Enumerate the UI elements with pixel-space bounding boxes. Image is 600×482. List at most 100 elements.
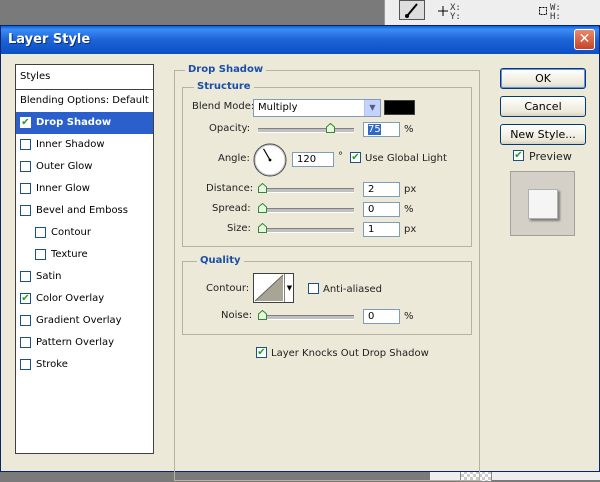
cancel-button[interactable]: Cancel	[500, 96, 586, 117]
crosshair-icon	[438, 6, 448, 19]
selection-size-icon	[538, 6, 548, 19]
noise-input[interactable]: 0	[363, 309, 400, 324]
opacity-value: 75	[368, 124, 381, 135]
xy-readout: X: Y:	[450, 3, 461, 22]
opacity-slider-thumb[interactable]	[326, 122, 335, 133]
noise-value: 0	[368, 311, 375, 322]
shadow-color-swatch[interactable]	[384, 100, 415, 115]
spread-unit: %	[404, 204, 414, 215]
styles-item-checkbox[interactable]: ✔	[20, 293, 31, 304]
contour-dropdown-icon[interactable]: ▼	[284, 274, 294, 302]
styles-item[interactable]: Gradient Overlay	[16, 310, 153, 332]
styles-item[interactable]: Inner Shadow	[16, 134, 153, 156]
blend-mode-select[interactable]: Multiply ▼	[253, 99, 381, 117]
styles-item-checkbox[interactable]	[20, 183, 31, 194]
noise-label: Noise:	[221, 310, 253, 321]
distance-label: Distance:	[206, 183, 254, 194]
angle-label: Angle:	[218, 153, 250, 164]
anti-aliased-label: Anti-aliased	[323, 284, 383, 295]
styles-item-checkbox[interactable]	[20, 161, 31, 172]
ok-button[interactable]: OK	[500, 68, 586, 89]
styles-header-label: Styles	[20, 71, 51, 82]
styles-item[interactable]: ✔ Drop Shadow	[16, 112, 153, 134]
distance-input[interactable]: 2	[363, 182, 400, 197]
quality-title: Quality	[197, 255, 244, 266]
contour-label: Contour:	[206, 283, 250, 294]
styles-item-label: Contour	[51, 227, 91, 238]
chevron-down-icon[interactable]: ▼	[364, 100, 380, 116]
distance-slider-track[interactable]	[258, 188, 354, 193]
drop-shadow-title: Drop Shadow	[185, 64, 267, 75]
styles-item-checkbox[interactable]	[20, 359, 31, 370]
drop-shadow-group: Drop Shadow Structure Blend Mode: Multip…	[174, 64, 480, 481]
use-global-light-label: Use Global Light	[365, 153, 447, 164]
blend-mode-value: Multiply	[258, 102, 298, 113]
styles-item-checkbox[interactable]	[20, 337, 31, 348]
styles-item[interactable]: Inner Glow	[16, 178, 153, 200]
brush-tool-icon[interactable]	[399, 0, 425, 20]
styles-item-label: Texture	[51, 249, 88, 260]
size-input[interactable]: 1	[363, 222, 400, 237]
preview-square	[528, 189, 558, 219]
styles-item[interactable]: Texture	[16, 244, 153, 266]
distance-slider-thumb[interactable]	[258, 182, 267, 193]
spread-label: Spread:	[212, 203, 251, 214]
styles-item[interactable]: Stroke	[16, 354, 153, 376]
spread-slider-thumb[interactable]	[258, 202, 267, 213]
styles-item-label: Bevel and Emboss	[36, 205, 128, 216]
preview-swatch	[510, 171, 575, 236]
styles-item-checkbox[interactable]	[20, 315, 31, 326]
angle-dial[interactable]	[252, 142, 288, 181]
dialog-title: Layer Style	[8, 32, 91, 47]
knockout-label: Layer Knocks Out Drop Shadow	[271, 348, 429, 359]
use-global-light-checkbox[interactable]: ✔	[350, 152, 361, 163]
styles-item-checkbox[interactable]	[20, 271, 31, 282]
styles-item[interactable]: Bevel and Emboss	[16, 200, 153, 222]
angle-value: 120	[297, 154, 317, 165]
close-button[interactable]: ✕	[574, 29, 595, 50]
styles-header[interactable]: Styles	[16, 65, 153, 90]
structure-title: Structure	[194, 81, 254, 92]
size-slider-thumb[interactable]	[258, 222, 267, 233]
spread-input[interactable]: 0	[363, 202, 400, 217]
styles-item-checkbox[interactable]	[35, 249, 46, 260]
title-bar[interactable]: Layer Style ✕	[1, 26, 599, 54]
size-unit: px	[404, 224, 417, 235]
styles-item-checkbox[interactable]	[35, 227, 46, 238]
styles-item-label: Stroke	[36, 359, 68, 370]
noise-slider-thumb[interactable]	[258, 309, 267, 320]
anti-aliased-checkbox[interactable]	[308, 283, 319, 294]
styles-item-label: Color Overlay	[36, 293, 105, 304]
angle-unit: °	[338, 151, 343, 162]
size-value: 1	[368, 224, 375, 235]
styles-item[interactable]: ✔ Color Overlay	[16, 288, 153, 310]
size-slider-track[interactable]	[258, 228, 354, 233]
styles-item-label: Satin	[36, 271, 62, 282]
distance-unit: px	[404, 184, 417, 195]
preview-checkbox[interactable]: ✔	[513, 150, 524, 161]
styles-item-label: Inner Shadow	[36, 139, 105, 150]
styles-item[interactable]: Contour	[16, 222, 153, 244]
opacity-slider-track[interactable]	[258, 128, 354, 133]
new-style-button[interactable]: New Style...	[500, 124, 586, 145]
styles-item[interactable]: Outer Glow	[16, 156, 153, 178]
noise-unit: %	[404, 311, 414, 322]
noise-slider-track[interactable]	[258, 315, 354, 320]
knockout-checkbox[interactable]: ✔	[256, 347, 267, 358]
opacity-input[interactable]: 75	[363, 122, 400, 137]
size-label: Size:	[227, 223, 251, 234]
dialog-body: Styles Blending Options: Default ✔ Drop Sh…	[1, 54, 599, 481]
spread-slider-track[interactable]	[258, 208, 354, 213]
structure-group: Structure Blend Mode: Multiply ▼ Opacity…	[182, 81, 472, 247]
angle-input[interactable]: 120	[292, 152, 334, 167]
styles-item-checkbox[interactable]	[20, 205, 31, 216]
styles-item-checkbox[interactable]: ✔	[20, 117, 31, 128]
spread-value: 0	[368, 204, 375, 215]
styles-item[interactable]: Satin	[16, 266, 153, 288]
styles-item-checkbox[interactable]	[20, 139, 31, 150]
contour-picker[interactable]: ▼	[253, 273, 294, 303]
preview-label: Preview	[529, 150, 572, 163]
styles-item[interactable]: Pattern Overlay	[16, 332, 153, 354]
styles-item[interactable]: Blending Options: Default	[16, 90, 153, 112]
blend-mode-label: Blend Mode:	[192, 101, 255, 112]
